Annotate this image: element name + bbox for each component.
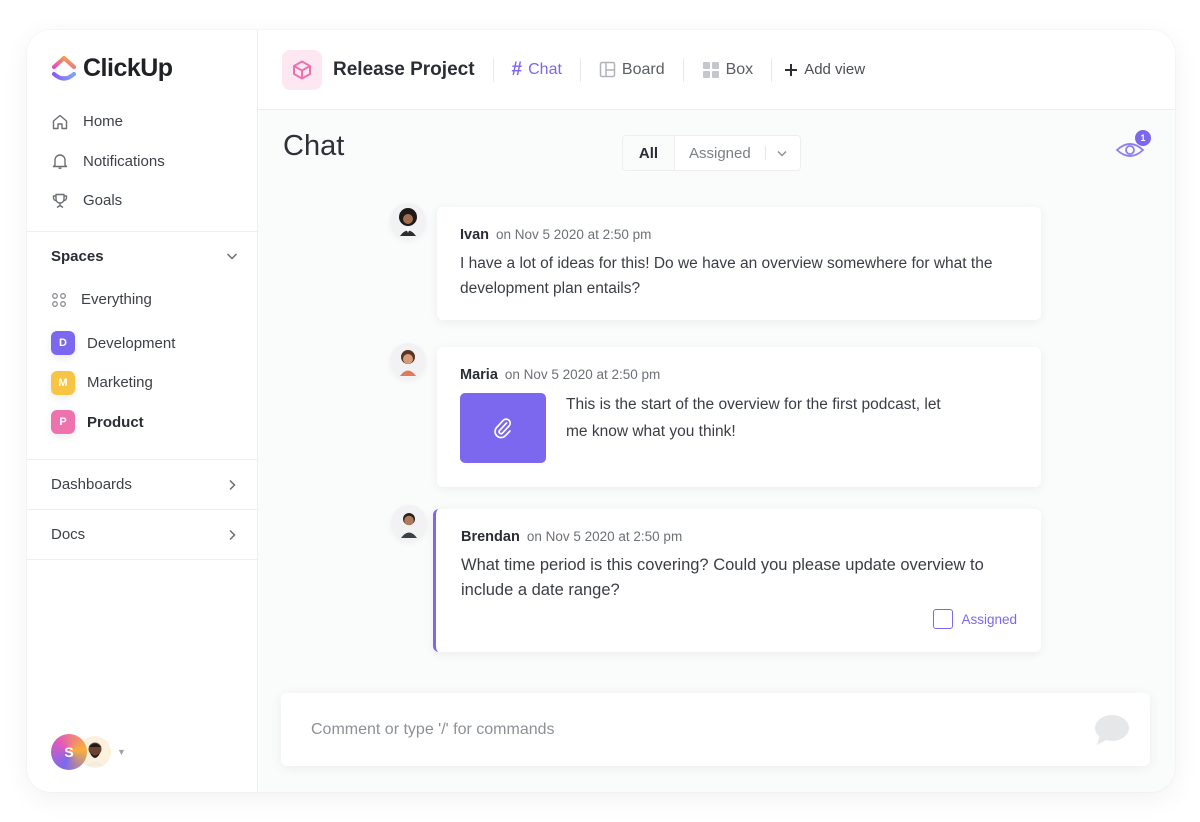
space-marketing[interactable]: M Marketing: [27, 363, 257, 403]
message-body: This is the start of the overview for th…: [460, 393, 1017, 463]
space-everything-label: Everything: [81, 291, 152, 309]
nav-goals-label: Goals: [83, 192, 123, 210]
tab-box[interactable]: Box: [684, 61, 772, 79]
assigned-label[interactable]: Assigned: [961, 612, 1017, 627]
nav-home[interactable]: Home: [27, 102, 257, 142]
watchers-count-badge: 1: [1135, 130, 1151, 146]
chat-message: Ivan on Nov 5 2020 at 2:50 pm I have a l…: [390, 203, 1041, 320]
everything-grid-icon: [52, 292, 66, 307]
message-author[interactable]: Maria: [460, 367, 498, 383]
filter-assigned-label: Assigned: [689, 144, 751, 162]
spaces-section: Spaces Everything D Development M Market…: [27, 231, 257, 560]
chevron-down-icon[interactable]: [225, 249, 239, 263]
space-marketing-label: Marketing: [87, 374, 153, 392]
space-development[interactable]: D Development: [27, 324, 257, 364]
message-author[interactable]: Brendan: [461, 529, 520, 545]
person-avatar-icon: [401, 513, 417, 538]
paperclip-icon: [494, 418, 512, 439]
hash-icon: #: [511, 58, 523, 80]
divider: [764, 146, 766, 160]
board-icon: [599, 61, 616, 78]
tab-board[interactable]: Board: [581, 61, 683, 79]
nav-dashboards[interactable]: Dashboards: [27, 460, 257, 509]
spaces-header-label: Spaces: [51, 247, 104, 265]
chevron-down-icon: [777, 151, 787, 157]
chevron-right-icon: [229, 529, 236, 540]
nav-docs-label: Docs: [51, 526, 86, 543]
watchers-button[interactable]: 1: [1115, 130, 1151, 162]
filter-assigned-dropdown[interactable]: Assigned: [675, 136, 800, 170]
cube-icon: [293, 60, 311, 79]
message-text: What time period is this covering? Could…: [461, 556, 984, 599]
nav-goals[interactable]: Goals: [27, 181, 257, 221]
message-meta: Brendan on Nov 5 2020 at 2:50 pm: [461, 529, 1017, 545]
tab-chat-label: Chat: [528, 60, 562, 78]
project-title: Release Project: [333, 58, 475, 80]
person-avatar-icon: [400, 350, 416, 376]
add-view-button[interactable]: Add view: [772, 61, 883, 78]
project-icon: [282, 49, 322, 90]
nav-notifications[interactable]: Notifications: [27, 142, 257, 182]
assigned-checkbox[interactable]: [933, 609, 954, 629]
comment-composer: [281, 693, 1150, 766]
space-everything[interactable]: Everything: [27, 280, 257, 320]
tab-chat[interactable]: # Chat: [494, 59, 580, 81]
chat-message: Maria on Nov 5 2020 at 2:50 pm This is t…: [390, 343, 1041, 487]
tab-board-label: Board: [621, 60, 665, 78]
message-meta: Ivan on Nov 5 2020 at 2:50 pm: [460, 227, 1017, 243]
message-text: This is the start of the overview for th…: [566, 396, 941, 440]
message-timestamp: on Nov 5 2020 at 2:50 pm: [496, 227, 652, 242]
space-product[interactable]: P Product: [27, 403, 257, 443]
message-author[interactable]: Ivan: [460, 227, 489, 243]
message-text: I have a lot of ideas for this! Do we ha…: [460, 255, 993, 297]
spaces-header[interactable]: Spaces: [27, 232, 257, 280]
assigned-control: Assigned: [461, 609, 1017, 629]
message-timestamp: on Nov 5 2020 at 2:50 pm: [526, 529, 683, 544]
filter-all-button[interactable]: All: [623, 136, 675, 170]
space-badge-development: D: [51, 331, 75, 356]
home-icon: [52, 114, 68, 129]
space-development-label: Development: [87, 334, 176, 352]
top-bar: Release Project # Chat Board Box Add vie…: [258, 30, 1175, 110]
plus-icon: [785, 63, 798, 76]
space-badge-marketing: M: [51, 370, 75, 395]
nav-dashboards-label: Dashboards: [51, 476, 132, 493]
user-menu[interactable]: S ▼: [51, 734, 126, 770]
chat-message-assigned: Brendan on Nov 5 2020 at 2:50 pm What ti…: [391, 505, 1041, 652]
logo-text: ClickUp: [83, 54, 173, 82]
message-timestamp: on Nov 5 2020 at 2:50 pm: [504, 367, 661, 382]
page-title: Chat: [283, 130, 345, 162]
avatar-ivan: [390, 203, 426, 239]
message-meta: Maria on Nov 5 2020 at 2:50 pm: [460, 367, 1017, 383]
person-avatar-icon: [399, 208, 417, 236]
attachment-thumbnail[interactable]: [460, 393, 546, 463]
chat-filter: All Assigned: [622, 135, 801, 171]
bell-icon: [52, 154, 68, 170]
add-view-label: Add view: [804, 61, 866, 78]
space-badge-product: P: [51, 410, 75, 435]
clickup-logo-icon: [51, 55, 77, 81]
sidebar: ClickUp Home Notifications Goals Spaces: [27, 30, 258, 792]
user-avatar[interactable]: S: [51, 734, 87, 770]
primary-nav: Home Notifications Goals: [27, 102, 257, 221]
divider: [27, 559, 257, 560]
tab-box-label: Box: [725, 60, 754, 78]
nav-notifications-label: Notifications: [83, 152, 165, 170]
main-panel: Release Project # Chat Board Box Add vie…: [258, 30, 1175, 792]
nav-home-label: Home: [83, 113, 124, 131]
clickup-logo[interactable]: ClickUp: [51, 54, 173, 83]
speech-bubble-icon[interactable]: [1092, 713, 1130, 747]
space-product-label: Product: [87, 413, 144, 431]
avatar-maria: [390, 343, 426, 379]
caret-down-icon[interactable]: ▼: [117, 747, 126, 757]
comment-input[interactable]: [311, 720, 1092, 739]
avatar-brendan: [391, 505, 427, 541]
box-grid-icon: [702, 61, 719, 78]
app-window: ClickUp Home Notifications Goals Spaces: [27, 30, 1175, 792]
nav-docs[interactable]: Docs: [27, 510, 257, 559]
trophy-icon: [52, 193, 68, 208]
chevron-right-icon: [229, 479, 236, 490]
